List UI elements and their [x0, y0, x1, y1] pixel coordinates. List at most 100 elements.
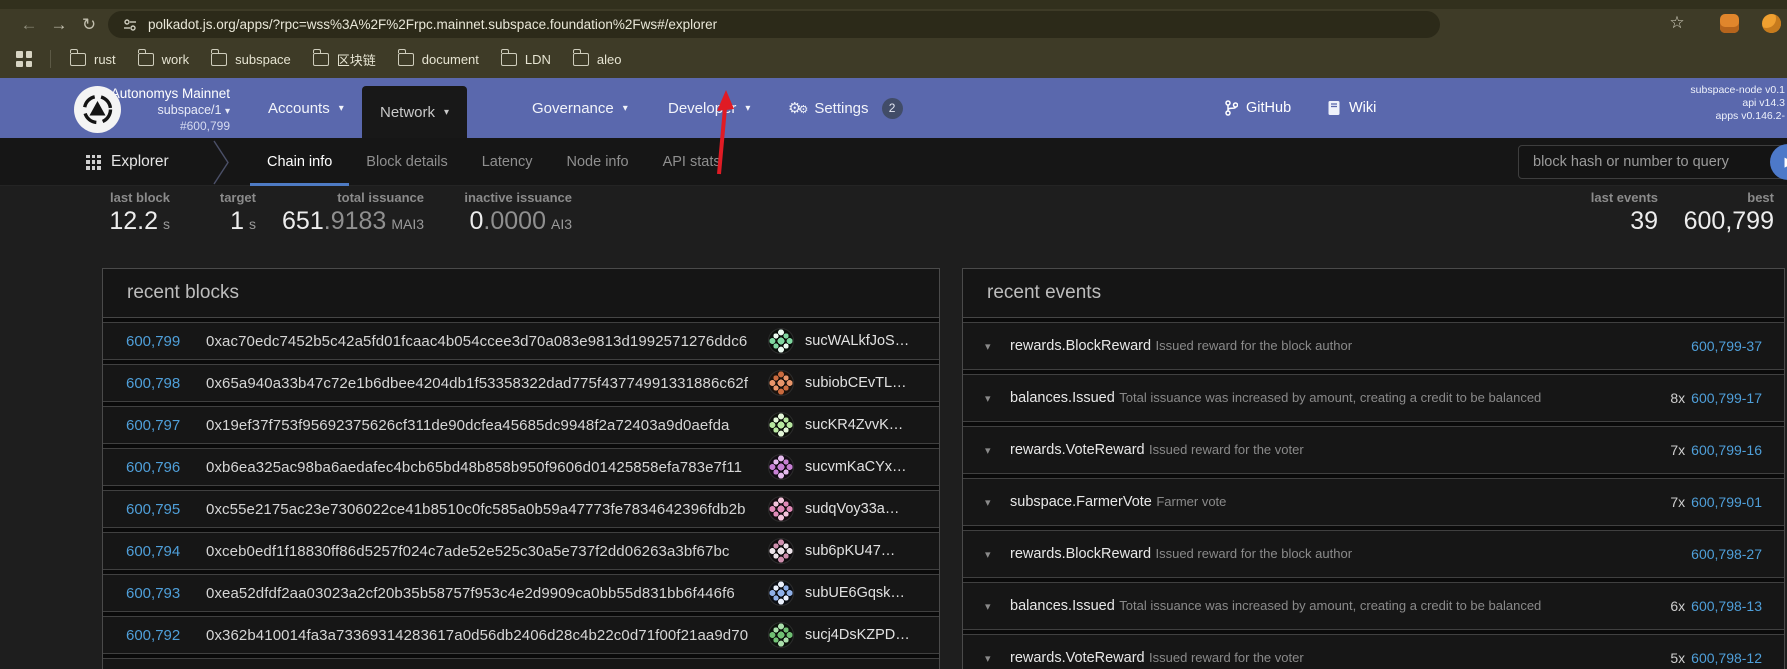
- event-ref: 8x600,799-17: [1670, 390, 1762, 406]
- event-name: balances.Issued: [1010, 390, 1115, 406]
- autonomys-logo[interactable]: [74, 86, 121, 133]
- recent-events-panel: recent events ▾ rewards.BlockReward Issu…: [962, 268, 1785, 669]
- apps-grid-icon[interactable]: [16, 51, 32, 67]
- tab-block-details[interactable]: Block details: [349, 138, 464, 186]
- expand-caret-icon[interactable]: ▾: [985, 548, 999, 561]
- block-hash: 0xac70edc7452b5c42a5fd01fcaac4b054ccee3d…: [206, 333, 747, 350]
- event-row: ▾ rewards.BlockReward Issued reward for …: [963, 322, 1784, 370]
- event-count: 5x: [1670, 650, 1685, 666]
- menu-accounts[interactable]: Accounts ▾: [268, 78, 344, 138]
- block-number-link[interactable]: 600,792: [126, 627, 184, 644]
- block-author: sub6pKU47…: [805, 543, 923, 559]
- block-hash: 0xc55e2175ac23e7306022ce41b8510c0fc585a0…: [206, 501, 746, 518]
- menu-network-active[interactable]: Network ▾: [362, 86, 467, 138]
- event-ref: 7x600,799-01: [1670, 494, 1762, 510]
- reload-icon[interactable]: ↻: [74, 15, 104, 35]
- wiki-link[interactable]: Wiki: [1327, 78, 1376, 138]
- folder-icon: [573, 53, 589, 66]
- event-description: Issued reward for the block author: [1155, 546, 1352, 561]
- event-ref: 5x 600,798-12: [1670, 650, 1762, 666]
- block-number-link[interactable]: 600,794: [126, 543, 184, 560]
- menu-label: Accounts: [268, 100, 330, 117]
- event-text: subspace.FarmerVote Farmer vote: [1010, 493, 1226, 511]
- event-count: 6x: [1670, 598, 1685, 614]
- bookmark-folder-blockchain[interactable]: 区块链: [302, 45, 387, 73]
- menu-settings[interactable]: ⚙⚙ Settings 2: [788, 78, 903, 138]
- block-number-link[interactable]: 600,796: [126, 459, 184, 476]
- browser-tabstrip: [0, 0, 1787, 9]
- event-text: rewards.VoteReward Issued reward for the…: [1010, 441, 1304, 459]
- event-block-link[interactable]: 600,798-27: [1691, 546, 1762, 562]
- block-hash: 0x362b410014fa3a73369314283617a0d56db240…: [206, 627, 748, 644]
- event-block-link[interactable]: 600,799-01: [1691, 494, 1762, 510]
- bookmark-folder-work[interactable]: work: [127, 45, 200, 73]
- stat-last-events: last events 39: [1540, 190, 1658, 236]
- event-ref: 7x600,799-16: [1670, 442, 1762, 458]
- explorer-tab-bar: Explorer Chain info Block details Latenc…: [0, 138, 1787, 186]
- bookmark-folder-aleo[interactable]: aleo: [562, 45, 633, 73]
- site-settings-icon[interactable]: [122, 17, 138, 33]
- bookmark-folder-rust[interactable]: rust: [59, 45, 127, 73]
- event-block-link[interactable]: 600,799-17: [1691, 390, 1762, 406]
- menu-governance[interactable]: Governance ▾: [532, 78, 628, 138]
- expand-caret-icon[interactable]: ▾: [985, 444, 999, 457]
- event-block-link[interactable]: 600,798-13: [1691, 598, 1762, 614]
- extension-icon-1[interactable]: [1718, 12, 1740, 34]
- stat-total-issuance: total issuance 651.9183MAI3: [262, 190, 424, 236]
- bookmark-star-icon[interactable]: ☆: [1666, 12, 1688, 34]
- block-row: 600,796 0xb6ea325ac98ba6aedafec4bcb65bd4…: [103, 448, 939, 486]
- menu-developer[interactable]: Developer ▾: [668, 78, 750, 138]
- browser-chrome: ← → ↻ polkadot.js.org/apps/?rpc=wss%3A%2…: [0, 0, 1787, 78]
- expand-caret-icon[interactable]: ▾: [985, 340, 999, 353]
- bookmark-folder-document[interactable]: document: [387, 45, 490, 73]
- stat-inactive-issuance: inactive issuance 0.0000AI3: [432, 190, 572, 236]
- event-block-link[interactable]: 600,799-16: [1691, 442, 1762, 458]
- event-row: ▾ subspace.FarmerVote Farmer vote 7x600,…: [963, 478, 1784, 526]
- forward-icon[interactable]: →: [44, 15, 74, 35]
- block-hash: 0xceb0edf1f18830ff86d5257f024c7ade52e525…: [206, 543, 729, 560]
- stat-best: best 600,799: [1662, 190, 1774, 236]
- expand-caret-icon[interactable]: ▾: [985, 392, 999, 405]
- block-number-link[interactable]: 600,797: [126, 417, 184, 434]
- address-bar[interactable]: polkadot.js.org/apps/?rpc=wss%3A%2F%2Frp…: [108, 11, 1440, 38]
- block-row: 600,799 0xac70edc7452b5c42a5fd01fcaac4b0…: [103, 322, 939, 360]
- block-number-link[interactable]: 600,795: [126, 501, 184, 518]
- back-icon[interactable]: ←: [14, 15, 44, 35]
- event-block-link[interactable]: 600,799-37: [1691, 338, 1762, 354]
- block-row: 600,794 0xceb0edf1f18830ff86d5257f024c7a…: [103, 532, 939, 570]
- author-identicon: [768, 580, 794, 606]
- extension-icon-2[interactable]: [1760, 12, 1782, 34]
- block-query-input[interactable]: [1518, 145, 1787, 179]
- folder-icon: [138, 53, 154, 66]
- gear-icon: ⚙⚙: [788, 99, 805, 117]
- expand-caret-icon[interactable]: ▾: [985, 652, 999, 665]
- bookmark-folder-subspace[interactable]: subspace: [200, 45, 302, 73]
- block-number-link[interactable]: 600,799: [126, 333, 184, 350]
- tab-chain-info[interactable]: Chain info: [250, 138, 349, 186]
- event-text: balances.Issued Total issuance was incre…: [1010, 597, 1541, 615]
- tab-node-info[interactable]: Node info: [550, 138, 646, 186]
- block-number-link[interactable]: 600,798: [126, 375, 184, 392]
- event-text: balances.Issued Total issuance was incre…: [1010, 389, 1541, 407]
- event-name: rewards.VoteReward: [1010, 442, 1145, 458]
- event-ref: 6x 600,798-13: [1670, 598, 1762, 614]
- stat-value: 1s: [178, 207, 256, 236]
- event-block-link[interactable]: 600,798-12: [1691, 650, 1762, 666]
- expand-caret-icon[interactable]: ▾: [985, 496, 999, 509]
- recent-blocks-title: recent blocks: [103, 269, 939, 318]
- next-row-partial: [103, 658, 939, 669]
- expand-caret-icon[interactable]: ▾: [985, 600, 999, 613]
- folder-icon: [70, 53, 86, 66]
- bookmarks-bar: rust work subspace 区块链 document LDN aleo: [0, 40, 1787, 78]
- github-link[interactable]: GitHub: [1225, 78, 1291, 138]
- tab-latency[interactable]: Latency: [465, 138, 550, 186]
- tab-api-stats[interactable]: API stats: [646, 138, 738, 186]
- author-identicon: [768, 370, 794, 396]
- block-row: 600,793 0xea52dfdf2aa03023a2cf20b35b5875…: [103, 574, 939, 612]
- block-number-link[interactable]: 600,793: [126, 585, 184, 602]
- block-author: subUE6Gqsk…: [805, 585, 923, 601]
- app-header: Autonomys Mainnet subspace/1 ▾ #600,799 …: [0, 78, 1787, 138]
- event-description: Total issuance was increased by amount, …: [1119, 390, 1541, 405]
- chevron-down-icon: ▾: [444, 107, 449, 118]
- bookmark-folder-ldn[interactable]: LDN: [490, 45, 562, 73]
